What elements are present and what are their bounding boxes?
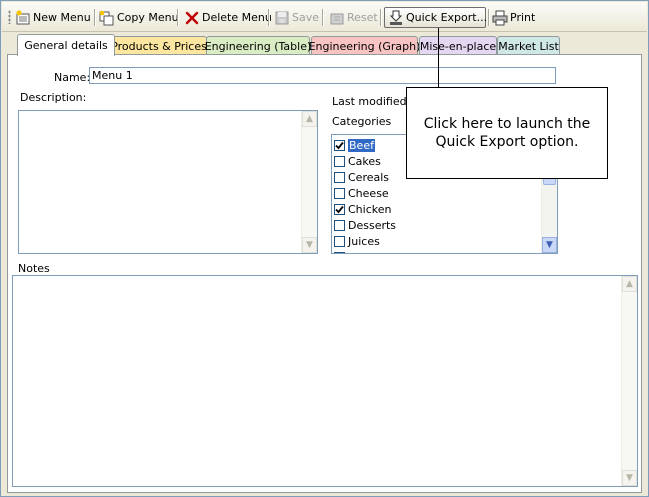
tab-label: Mise-en-place: [419, 39, 497, 53]
checkbox-checked-icon[interactable]: [334, 139, 345, 151]
notes-label: Notes: [18, 262, 50, 275]
tutorial-callout: Click here to launch the Quick Export op…: [406, 87, 608, 179]
tab-market-list[interactable]: Market List: [497, 36, 560, 55]
list-item[interactable]: Chicken: [334, 201, 391, 217]
scroll-up-icon[interactable]: ▲: [302, 111, 317, 127]
toolbar: New Menu Copy Menu Delete Menu Save Rese…: [2, 2, 647, 32]
app-window: New Menu Copy Menu Delete Menu Save Rese…: [0, 0, 649, 497]
quick-export-button[interactable]: Quick Export...: [388, 7, 487, 28]
notes-textarea[interactable]: ▲ ▼: [12, 275, 638, 487]
toolbar-separator: [488, 9, 490, 26]
category-label: Desserts: [348, 218, 397, 232]
categories-label: Categories: [332, 115, 392, 128]
scroll-down-icon[interactable]: ▼: [622, 470, 637, 486]
last-modified-label: Last modified:: [332, 95, 411, 108]
new-menu-icon: [15, 10, 31, 26]
category-label: Beef: [348, 138, 375, 152]
list-item[interactable]: Beef: [334, 137, 375, 153]
checkbox-icon[interactable]: [334, 155, 345, 167]
name-input[interactable]: Menu 1: [89, 67, 556, 84]
description-scrollbar[interactable]: ▲ ▼: [301, 111, 317, 253]
checkbox-icon[interactable]: [334, 251, 345, 253]
scroll-down-icon[interactable]: ▼: [302, 237, 317, 253]
reset-icon: [329, 10, 345, 26]
print-label: Print: [510, 11, 536, 24]
delete-menu-label: Delete Menu: [202, 11, 272, 24]
copy-menu-label: Copy Menu: [117, 11, 179, 24]
toolbar-separator: [94, 9, 96, 26]
callout-line-1: Click here to launch the: [423, 116, 591, 132]
tab-label: Engineering (Table): [204, 39, 312, 53]
list-item-partial[interactable]: [334, 249, 348, 253]
category-label: Cereals: [348, 170, 390, 184]
name-label: Name:: [54, 71, 91, 84]
tab-mise-en-place[interactable]: Mise-en-place: [419, 36, 497, 55]
list-item[interactable]: Cereals: [334, 169, 389, 185]
printer-icon: [492, 10, 508, 26]
toolbar-separator: [268, 9, 270, 26]
copy-menu-icon: [99, 10, 115, 26]
checkbox-icon[interactable]: [334, 171, 345, 183]
tab-label: General details: [24, 39, 108, 52]
name-value: Menu 1: [92, 69, 133, 82]
new-menu-label: New Menu: [33, 11, 91, 24]
toolbar-separator: [322, 9, 324, 26]
toolbar-grip-icon[interactable]: [8, 10, 11, 24]
callout-pointer-line: [438, 28, 439, 87]
delete-menu-button[interactable]: Delete Menu: [184, 7, 272, 28]
save-disk-icon: [274, 10, 290, 26]
list-item[interactable]: Cakes: [334, 153, 381, 169]
save-label: Save: [292, 11, 320, 24]
description-label: Description:: [20, 91, 87, 104]
category-label: Chicken: [348, 202, 392, 216]
list-item[interactable]: Cheese: [334, 185, 389, 201]
description-textarea[interactable]: ▲ ▼: [18, 110, 318, 254]
tab-products-prices[interactable]: Products & Prices: [111, 36, 207, 55]
category-label: Cakes: [348, 154, 381, 168]
notes-scrollbar[interactable]: ▲ ▼: [621, 276, 637, 486]
tab-engineering-graph[interactable]: Engineering (Graph): [308, 36, 421, 55]
list-item[interactable]: Juices: [334, 233, 380, 249]
checkbox-checked-icon[interactable]: [334, 203, 345, 215]
list-item[interactable]: Desserts: [334, 217, 396, 233]
new-menu-button[interactable]: New Menu: [15, 7, 91, 28]
reset-button[interactable]: Reset: [329, 7, 378, 28]
print-button[interactable]: Print: [492, 7, 535, 28]
callout-line-2: Quick Export option.: [435, 134, 579, 150]
tab-engineering-table[interactable]: Engineering (Table): [204, 36, 312, 55]
checkbox-icon[interactable]: [334, 187, 345, 199]
quick-export-label: Quick Export...: [406, 11, 488, 24]
tab-general-details[interactable]: General details: [17, 34, 115, 56]
save-button[interactable]: Save: [274, 7, 319, 28]
toolbar-separator: [380, 9, 382, 26]
copy-menu-button[interactable]: Copy Menu: [99, 7, 179, 28]
tab-label: Market List: [498, 39, 559, 53]
checkbox-icon[interactable]: [334, 219, 345, 231]
reset-label: Reset: [347, 11, 378, 24]
category-label: Juices: [348, 234, 380, 248]
category-label: Cheese: [348, 186, 389, 200]
scroll-down-icon[interactable]: ▼: [542, 237, 557, 253]
checkbox-icon[interactable]: [334, 235, 345, 247]
delete-x-icon: [184, 10, 200, 26]
tab-label: Products & Prices: [111, 39, 207, 53]
export-icon: [388, 10, 404, 26]
tab-label: Engineering (Graph): [308, 39, 421, 53]
scroll-up-icon[interactable]: ▲: [622, 276, 637, 292]
toolbar-separator: [177, 9, 179, 26]
